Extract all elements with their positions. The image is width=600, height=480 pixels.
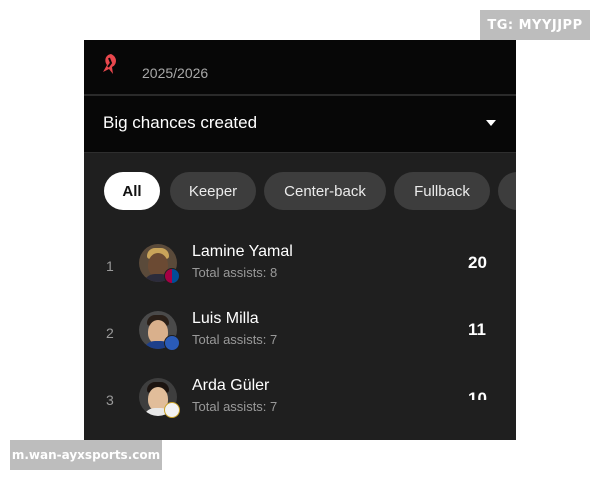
player-row[interactable]: 1 Lamine Yamal Total assists: 8 20: [84, 238, 516, 298]
player-name: Lamine Yamal: [192, 243, 293, 260]
season-label[interactable]: 2025/2026: [142, 65, 208, 81]
player-row[interactable]: 2 Luis Milla Total assists: 7 11: [84, 305, 516, 365]
watermark-bottom: m.wan-ayxsports.com: [10, 440, 162, 470]
filter-chip-center-back[interactable]: Center-back: [264, 172, 386, 210]
filter-chip-more[interactable]: [498, 172, 516, 210]
player-stat-value: 20: [468, 253, 487, 272]
filter-chip-fullback[interactable]: Fullback: [394, 172, 490, 210]
player-stat-value: 10: [468, 389, 487, 400]
watermark-top: TG: MYYJJPP: [480, 10, 590, 40]
player-rank: 1: [106, 258, 114, 274]
barcelona-crest-icon: [164, 268, 180, 284]
player-name: Arda Güler: [192, 377, 270, 394]
stat-dropdown-label: Big chances created: [103, 113, 258, 132]
player-rank: 3: [106, 392, 114, 408]
position-filter-chips: All Keeper Center-back Fullback: [84, 172, 516, 212]
divider: [84, 152, 516, 153]
player-assists: Total assists: 8: [192, 265, 278, 280]
filter-chip-all[interactable]: All: [104, 172, 160, 210]
caret-down-icon: [486, 120, 496, 126]
real-madrid-crest-icon: [164, 402, 180, 418]
filter-chip-keeper[interactable]: Keeper: [170, 172, 256, 210]
laliga-logo-icon[interactable]: [100, 52, 122, 78]
player-assists: Total assists: 7: [192, 332, 278, 347]
stat-dropdown[interactable]: Big chances created: [84, 96, 516, 152]
app-screen: 2025/2026 Big chances created All Keeper…: [84, 40, 516, 440]
getafe-crest-icon: [164, 335, 180, 351]
player-name: Luis Milla: [192, 310, 259, 327]
player-row[interactable]: 3 Arda Güler Total assists: 7 10: [84, 372, 516, 432]
top-bar: 2025/2026: [84, 40, 516, 94]
player-stat-value: 11: [468, 320, 486, 339]
player-rank: 2: [106, 325, 114, 341]
player-assists: Total assists: 7: [192, 399, 278, 414]
